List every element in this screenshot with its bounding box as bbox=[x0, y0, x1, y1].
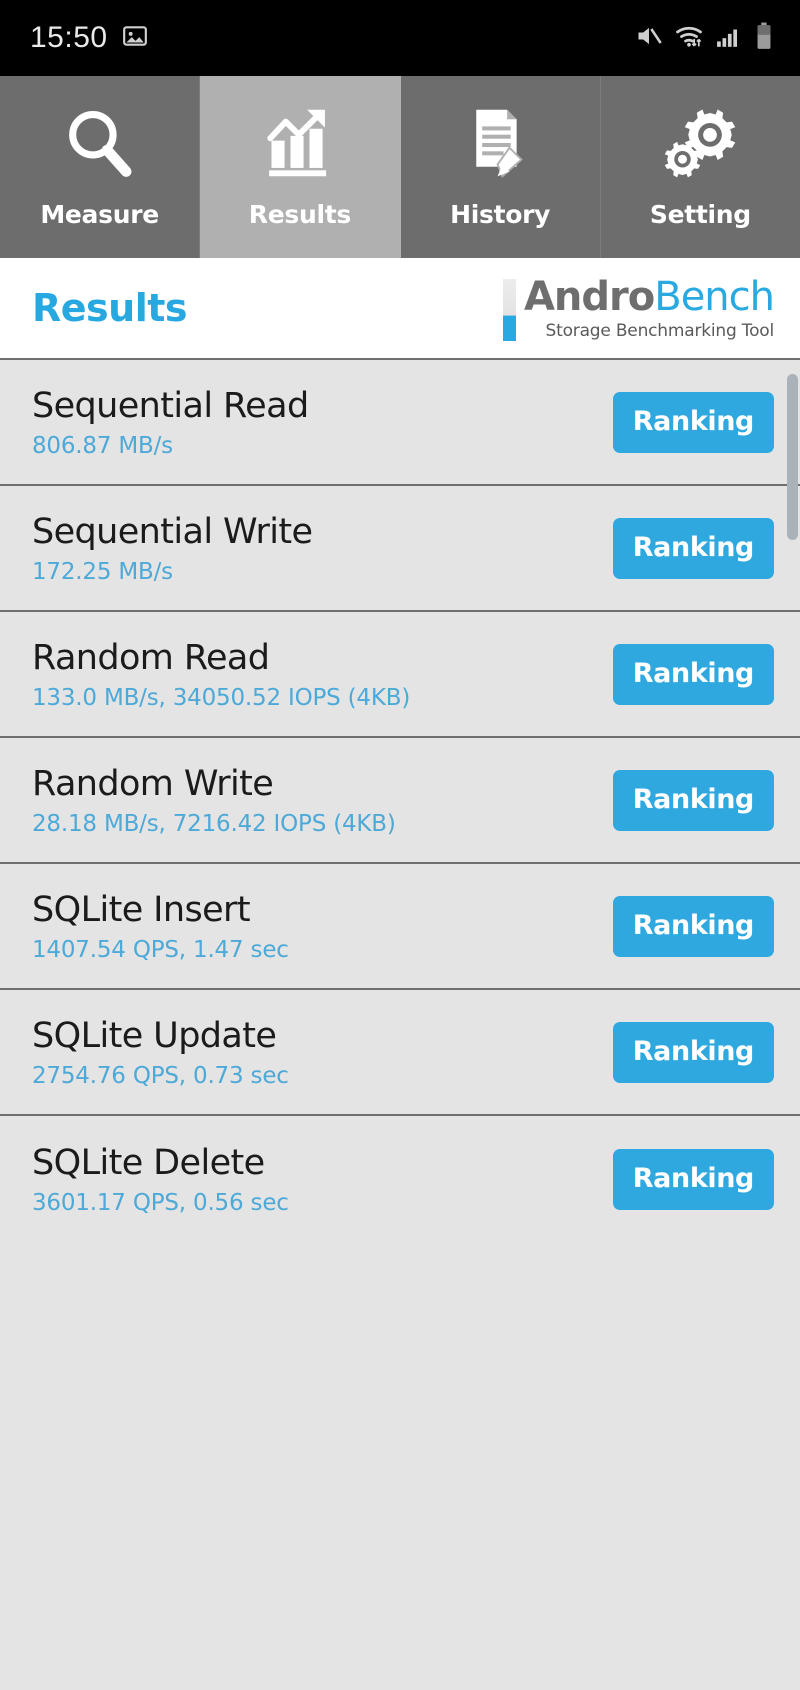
logo-bar-icon bbox=[502, 279, 516, 341]
row-texts: SQLite Delete 3601.17 QPS, 0.56 sec bbox=[32, 1143, 289, 1216]
status-bar-right bbox=[635, 22, 774, 54]
tab-history-label: History bbox=[450, 200, 551, 229]
tab-measure[interactable]: Measure bbox=[0, 76, 201, 258]
logo-wordmark: AndroBench bbox=[523, 274, 775, 320]
logo-tagline: Storage Benchmarking Tool bbox=[545, 321, 775, 341]
wifi-icon bbox=[674, 22, 704, 54]
tab-history[interactable]: History bbox=[400, 76, 601, 258]
ranking-button[interactable]: Ranking bbox=[612, 769, 774, 831]
status-bar-left: 15:50 bbox=[30, 21, 148, 55]
mute-icon bbox=[635, 22, 663, 54]
ranking-button[interactable]: Ranking bbox=[612, 1148, 774, 1210]
benchmark-value: 3601.17 QPS, 0.56 sec bbox=[32, 1189, 289, 1216]
table-row[interactable]: Sequential Read 806.87 MB/s Ranking bbox=[0, 360, 800, 486]
benchmark-name: Sequential Read bbox=[32, 385, 309, 426]
row-texts: SQLite Insert 1407.54 QPS, 1.47 sec bbox=[32, 890, 289, 963]
table-row[interactable]: SQLite Insert 1407.54 QPS, 1.47 sec Rank… bbox=[0, 864, 800, 990]
tab-setting-label: Setting bbox=[649, 200, 751, 229]
benchmark-name: Random Read bbox=[32, 637, 270, 678]
benchmark-name: SQLite Insert bbox=[32, 889, 251, 930]
table-row[interactable]: Random Read 133.0 MB/s, 34050.52 IOPS (4… bbox=[0, 612, 800, 738]
benchmark-name: Random Write bbox=[32, 763, 274, 804]
row-texts: SQLite Update 2754.76 QPS, 0.73 sec bbox=[32, 1016, 289, 1089]
ranking-button[interactable]: Ranking bbox=[612, 517, 774, 579]
logo-primary: Andro bbox=[523, 274, 655, 320]
benchmark-value: 133.0 MB/s, 34050.52 IOPS (4KB) bbox=[32, 684, 411, 711]
signal-icon bbox=[715, 23, 743, 53]
table-row[interactable]: SQLite Delete 3601.17 QPS, 0.56 sec Rank… bbox=[0, 1116, 800, 1242]
benchmark-value: 172.25 MB/s bbox=[32, 558, 173, 585]
tab-measure-label: Measure bbox=[40, 200, 159, 229]
logo-text: AndroBench Storage Benchmarking Tool bbox=[523, 274, 775, 341]
row-texts: Sequential Read 806.87 MB/s bbox=[32, 386, 309, 459]
benchmark-value: 806.87 MB/s bbox=[32, 432, 173, 459]
ranking-button[interactable]: Ranking bbox=[612, 391, 774, 453]
table-row[interactable]: Sequential Write 172.25 MB/s Ranking bbox=[0, 486, 800, 612]
ranking-button[interactable]: Ranking bbox=[612, 643, 774, 705]
table-row[interactable]: SQLite Update 2754.76 QPS, 0.73 sec Rank… bbox=[0, 990, 800, 1116]
androbench-logo: AndroBench Storage Benchmarking Tool bbox=[502, 274, 775, 341]
tab-results-label: Results bbox=[248, 200, 351, 229]
page-title: Results bbox=[32, 286, 188, 330]
status-bar: 15:50 bbox=[0, 0, 800, 76]
tab-bar: Measure Results History Setting bbox=[0, 76, 800, 258]
ranking-button[interactable]: Ranking bbox=[612, 895, 774, 957]
benchmark-value: 28.18 MB/s, 7216.42 IOPS (4KB) bbox=[32, 810, 396, 837]
benchmark-value: 1407.54 QPS, 1.47 sec bbox=[32, 936, 289, 963]
vertical-scrollbar[interactable] bbox=[787, 374, 798, 540]
row-texts: Sequential Write 172.25 MB/s bbox=[32, 511, 313, 585]
document-pencil-icon bbox=[462, 100, 538, 186]
row-texts: Random Write 28.18 MB/s, 7216.42 IOPS (4… bbox=[32, 764, 396, 837]
bar-chart-arrow-icon bbox=[262, 100, 338, 186]
gears-icon bbox=[660, 100, 740, 186]
results-list: Sequential Read 806.87 MB/s Ranking Sequ… bbox=[0, 358, 800, 1690]
logo-secondary: Bench bbox=[654, 274, 775, 320]
status-clock: 15:50 bbox=[30, 21, 108, 54]
benchmark-value: 2754.76 QPS, 0.73 sec bbox=[32, 1062, 289, 1089]
image-icon bbox=[122, 23, 148, 53]
tab-setting[interactable]: Setting bbox=[600, 76, 800, 258]
table-row[interactable]: Random Write 28.18 MB/s, 7216.42 IOPS (4… bbox=[0, 738, 800, 864]
ranking-button[interactable]: Ranking bbox=[612, 1021, 774, 1083]
magnifier-icon bbox=[62, 100, 138, 186]
benchmark-name: SQLite Delete bbox=[32, 1142, 265, 1183]
battery-icon bbox=[754, 22, 774, 54]
page-header: Results AndroBench Storage Benchmarking … bbox=[0, 258, 800, 358]
tab-results[interactable]: Results bbox=[200, 76, 401, 258]
row-texts: Random Read 133.0 MB/s, 34050.52 IOPS (4… bbox=[32, 638, 410, 711]
benchmark-name: SQLite Update bbox=[32, 1015, 277, 1056]
benchmark-name: Sequential Write bbox=[32, 511, 313, 552]
